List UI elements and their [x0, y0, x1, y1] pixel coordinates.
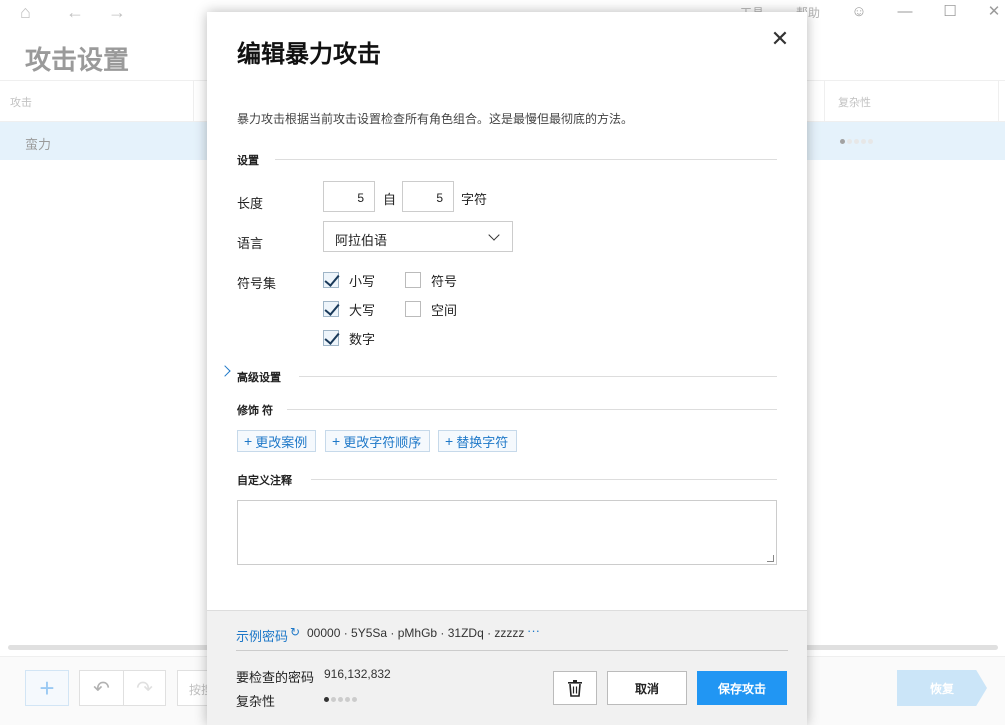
chevron-down-icon [488, 229, 500, 241]
home-icon[interactable]: ⌂ [20, 2, 31, 22]
modifiers-section-header: 修饰 符 [237, 402, 777, 418]
undo-button[interactable]: ↶ [79, 670, 123, 706]
plus-icon: + [445, 433, 454, 449]
page-title: 攻击设置 [25, 45, 130, 75]
checkbox-symbols[interactable]: 符号 [405, 271, 457, 289]
close-icon[interactable]: ✕ [768, 27, 792, 51]
notes-heading: 自定义注释 [237, 472, 302, 488]
checkbox-checked-icon [323, 330, 339, 346]
modifier-label: 更改案例 [255, 434, 308, 450]
dialog-description: 暴力攻击根据当前攻击设置检查所有角色组合。这是最慢但最彻底的方法。 [237, 112, 634, 126]
column-divider [824, 81, 825, 121]
refresh-icon[interactable]: ↻ [290, 625, 300, 639]
undo-icon: ↶ [93, 677, 110, 700]
maximize-icon[interactable]: ☐ [940, 1, 960, 23]
passwords-to-check-label: 要检查的密码 [236, 670, 315, 685]
change-order-button[interactable]: + 更改字符顺序 [325, 430, 431, 452]
section-divider [275, 159, 777, 160]
plus-icon: + [244, 433, 253, 449]
back-arrow-icon[interactable]: ← [66, 2, 84, 22]
redo-icon: ↷ [136, 677, 153, 700]
edit-bruteforce-dialog: 编辑暴力攻击 ✕ 暴力攻击根据当前攻击设置检查所有角色组合。这是最慢但最彻底的方… [207, 12, 807, 725]
custom-notes-textarea[interactable] [237, 500, 777, 565]
feedback-smiley-icon[interactable]: ☺ [849, 1, 869, 23]
complexity-indicator [840, 139, 873, 144]
notes-section-header: 自定义注释 [237, 472, 777, 488]
checkbox-uppercase[interactable]: 大写 [323, 300, 375, 318]
column-attack[interactable]: 攻击 [10, 94, 32, 110]
section-divider [311, 479, 777, 480]
length-unit-label: 字符 [461, 192, 488, 207]
modifiers-heading: 修饰 符 [237, 402, 284, 418]
length-max-input[interactable]: 5 [402, 181, 454, 212]
window-close-icon[interactable]: ✕ [984, 1, 1004, 23]
chevron-right-icon[interactable] [219, 365, 231, 377]
dialog-footer: 示例密码 ↻ 00000 · 5Y5Sa · pMhGb · 31ZDq · z… [207, 610, 807, 725]
settings-section-header: 设置 [237, 152, 777, 168]
checkbox-digits[interactable]: 数字 [323, 329, 375, 347]
checkbox-label: 符号 [431, 273, 458, 289]
length-min-input[interactable]: 5 [323, 181, 375, 212]
trash-icon [568, 679, 582, 697]
forward-arrow-icon[interactable]: → [108, 2, 126, 22]
example-passwords: 00000 · 5Y5Sa · pMhGb · 31ZDq · zzzzz [307, 626, 525, 640]
complexity-label: 复杂性 [236, 694, 276, 709]
add-attack-button[interactable]: + [25, 670, 69, 706]
modifier-label: 替换字符 [456, 434, 509, 450]
restore-button[interactable]: 恢复 [897, 670, 987, 706]
checkbox-label: 大写 [349, 302, 376, 318]
redo-button[interactable]: ↷ [123, 670, 166, 706]
settings-heading: 设置 [237, 152, 269, 168]
cancel-button[interactable]: 取消 [607, 671, 687, 705]
replace-chars-button[interactable]: + 替换字符 [438, 430, 518, 452]
change-case-button[interactable]: + 更改案例 [237, 430, 317, 452]
checkbox-unchecked-icon [405, 301, 421, 317]
plus-icon: + [332, 433, 341, 449]
footer-divider [236, 650, 788, 651]
column-divider [193, 81, 194, 121]
checkbox-label: 小写 [349, 273, 376, 289]
charset-label: 符号集 [237, 276, 277, 291]
checkbox-checked-icon [323, 272, 339, 288]
checkbox-unchecked-icon [405, 272, 421, 288]
save-attack-button[interactable]: 保存攻击 [697, 671, 787, 705]
language-select[interactable]: 阿拉伯语 [323, 221, 513, 252]
attack-name: 蛮力 [25, 137, 52, 152]
resize-grip-icon[interactable] [767, 555, 774, 562]
example-passwords-label[interactable]: 示例密码 [236, 626, 288, 645]
column-divider [998, 81, 999, 121]
length-label: 长度 [237, 196, 264, 211]
checkbox-label: 空间 [431, 302, 458, 318]
section-divider [287, 409, 777, 410]
checkbox-checked-icon [323, 301, 339, 317]
more-examples-icon[interactable]: ··· [527, 623, 540, 638]
section-divider [299, 376, 777, 377]
checkbox-space[interactable]: 空间 [405, 300, 457, 318]
complexity-indicator [324, 697, 357, 702]
delete-button[interactable] [553, 671, 597, 705]
column-complexity[interactable]: 复杂性 [838, 94, 871, 110]
advanced-section-header[interactable]: 高级设置 [237, 369, 777, 385]
advanced-heading: 高级设置 [237, 369, 291, 385]
language-selected-value: 阿拉伯语 [335, 233, 388, 248]
language-label: 语言 [237, 236, 264, 251]
checkbox-lowercase[interactable]: 小写 [323, 271, 375, 289]
checkbox-label: 数字 [349, 331, 376, 347]
modifier-label: 更改字符顺序 [343, 434, 422, 450]
dialog-title: 编辑暴力攻击 [237, 41, 381, 68]
length-to-label: 自 [383, 192, 397, 207]
minimize-icon[interactable]: — [895, 1, 915, 23]
passwords-to-check-value: 916,132,832 [324, 667, 391, 681]
